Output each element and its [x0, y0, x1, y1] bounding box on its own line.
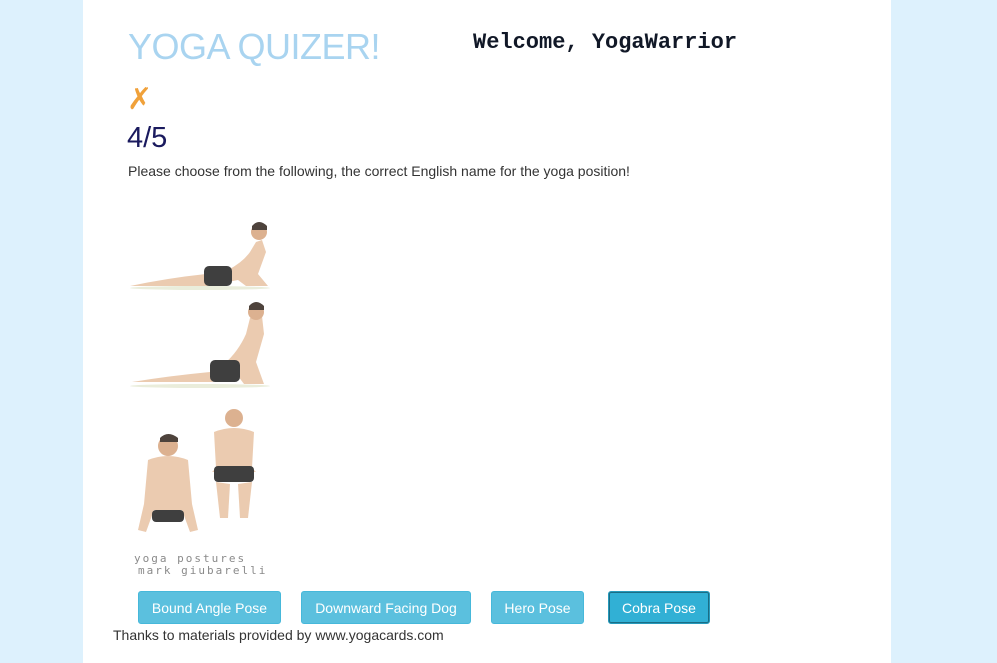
answer-button-bound-angle[interactable]: Bound Angle Pose: [138, 591, 281, 624]
pose-figure-1: [130, 222, 270, 290]
quiz-progress: 4/5: [127, 122, 168, 154]
image-watermark-line2: mark giubarelli: [138, 564, 267, 577]
quiz-instructions: Please choose from the following, the co…: [128, 163, 630, 179]
wrong-answer-icon: ✗: [127, 83, 153, 116]
yoga-pose-image: yoga postures mark giubarelli: [128, 212, 273, 578]
app-title: YOGA QUIZER!: [128, 26, 381, 67]
pose-figure-2: [130, 302, 270, 388]
pose-figure-3: [138, 434, 198, 532]
answer-button-cobra[interactable]: Cobra Pose: [608, 591, 710, 624]
answer-button-hero[interactable]: Hero Pose: [491, 591, 584, 624]
pose-figure-4: [212, 409, 256, 518]
answer-button-downward-dog[interactable]: Downward Facing Dog: [301, 591, 471, 624]
welcome-message: Welcome, YogaWarrior: [473, 30, 738, 55]
quiz-container: YOGA QUIZER! Welcome, YogaWarrior ✗ 4/5 …: [83, 0, 891, 663]
footer-credits: Thanks to materials provided by www.yoga…: [113, 627, 444, 643]
